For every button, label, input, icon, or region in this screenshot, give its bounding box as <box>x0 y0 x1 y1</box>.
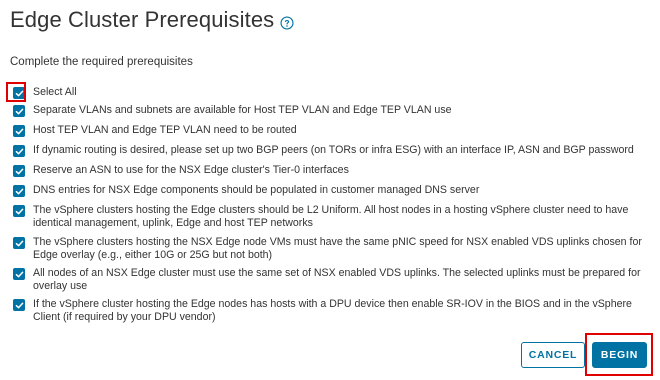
checkmark-icon <box>15 188 23 194</box>
prerequisite-list: Select All Separate VLANs and subnets ar… <box>6 82 653 323</box>
prerequisite-label: Reserve an ASN to use for the NSX Edge c… <box>33 164 349 176</box>
prerequisite-row: Reserve an ASN to use for the NSX Edge c… <box>8 164 653 177</box>
checkmark-icon <box>15 128 23 134</box>
prerequisite-row: If the vSphere cluster hosting the Edge … <box>8 298 653 323</box>
prerequisite-row: Host TEP VLAN and Edge TEP VLAN need to … <box>8 124 653 137</box>
begin-button[interactable]: BEGIN <box>592 342 647 368</box>
prerequisite-checkbox[interactable] <box>13 165 25 177</box>
checkmark-icon <box>15 208 23 214</box>
question-circle-icon[interactable] <box>280 15 294 30</box>
prerequisite-checkbox[interactable] <box>13 105 25 117</box>
prerequisite-items: Separate VLANs and subnets are available… <box>8 104 653 323</box>
select-all-label: Select All <box>33 86 77 98</box>
prerequisite-checkbox[interactable] <box>13 205 25 217</box>
prerequisite-label: DNS entries for NSX Edge components shou… <box>33 184 480 196</box>
select-all-row: Select All <box>6 82 653 102</box>
prerequisite-checkbox[interactable] <box>13 185 25 197</box>
prerequisite-label: The vSphere clusters hosting the NSX Edg… <box>33 236 642 261</box>
prerequisite-checkbox[interactable] <box>13 299 25 311</box>
prerequisite-row: The vSphere clusters hosting the NSX Edg… <box>8 236 653 261</box>
checkmark-icon <box>15 271 23 277</box>
checkmark-icon <box>15 302 23 308</box>
prerequisite-label: Separate VLANs and subnets are available… <box>33 104 452 116</box>
checkmark-icon <box>15 148 23 154</box>
prerequisite-checkbox[interactable] <box>13 237 25 249</box>
page-title: Edge Cluster Prerequisites <box>10 7 275 32</box>
prerequisite-row: Separate VLANs and subnets are available… <box>8 104 653 117</box>
prerequisite-label: If dynamic routing is desired, please se… <box>33 144 634 156</box>
page-header: Edge Cluster Prerequisites <box>10 7 294 33</box>
prerequisite-row: If dynamic routing is desired, please se… <box>8 144 653 157</box>
prerequisite-label: All nodes of an NSX Edge cluster must us… <box>33 267 641 292</box>
checkmark-icon <box>15 108 23 114</box>
prerequisite-checkbox[interactable] <box>13 268 25 280</box>
prerequisite-label: If the vSphere cluster hosting the Edge … <box>33 298 632 323</box>
prerequisite-row: DNS entries for NSX Edge components shou… <box>8 184 653 197</box>
prerequisite-checkbox[interactable] <box>13 125 25 137</box>
page-subtitle: Complete the required prerequisites <box>10 56 193 68</box>
prerequisite-row: The vSphere clusters hosting the Edge cl… <box>8 204 653 229</box>
checkmark-icon <box>15 240 23 246</box>
prerequisite-label: The vSphere clusters hosting the Edge cl… <box>33 204 629 229</box>
checkmark-icon <box>15 168 23 174</box>
cancel-button[interactable]: CANCEL <box>521 342 585 368</box>
prerequisite-row: All nodes of an NSX Edge cluster must us… <box>8 267 653 292</box>
prerequisite-checkbox[interactable] <box>13 145 25 157</box>
select-all-highlight <box>6 82 26 102</box>
prerequisite-label: Host TEP VLAN and Edge TEP VLAN need to … <box>33 124 297 136</box>
